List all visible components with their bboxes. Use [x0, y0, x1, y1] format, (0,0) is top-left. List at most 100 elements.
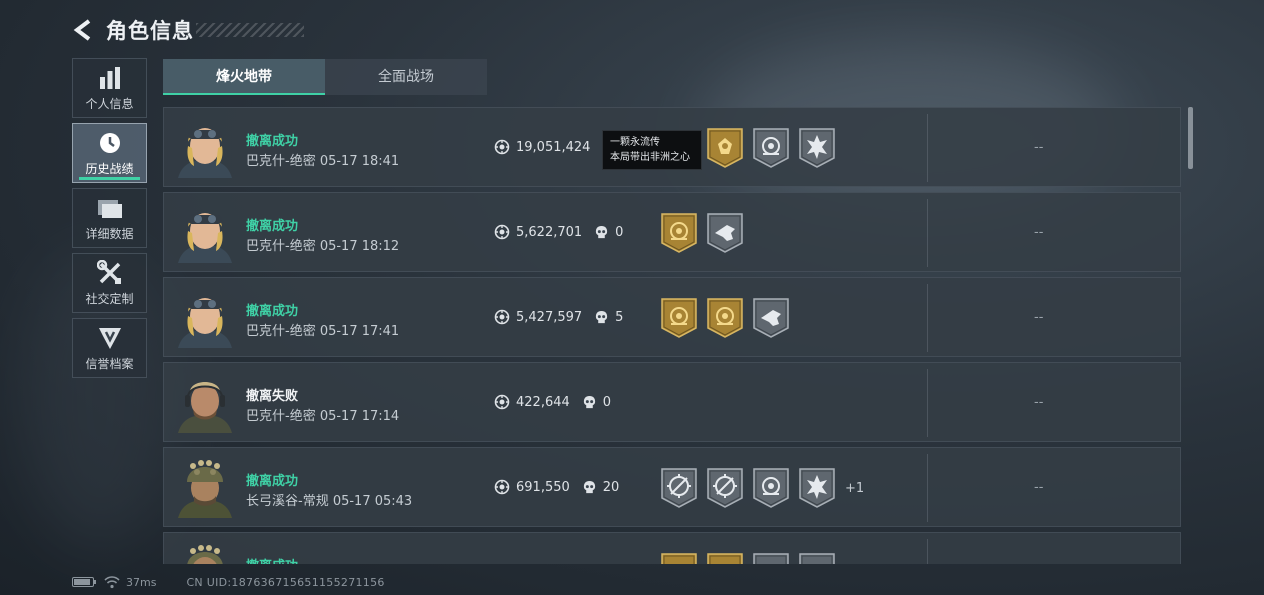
gold-heart-badge-icon[interactable]	[707, 128, 743, 168]
skull-icon	[582, 395, 597, 410]
gold-eye-badge-icon[interactable]	[661, 213, 697, 253]
loot-value-text: 422,644	[516, 394, 570, 410]
list-scrollbar[interactable]	[1188, 107, 1193, 169]
loot-value: 422,644 0	[494, 394, 611, 410]
silver-eye-badge-icon[interactable]	[799, 553, 835, 564]
coin-icon	[494, 394, 510, 410]
operator-avatar	[176, 373, 234, 433]
battery-icon	[72, 577, 96, 587]
tab-warzone[interactable]: 烽火地带	[163, 59, 325, 95]
sidebar-item-label: 信誉档案	[85, 356, 134, 371]
badge-group: +1	[661, 468, 864, 508]
more-badges-count[interactable]: +1	[845, 481, 864, 496]
list-item[interactable]: 撤离失败 巴克什-绝密 05-17 17:14 422,644 0 --	[163, 362, 1181, 442]
silver-crosshair-badge-icon[interactable]	[661, 468, 697, 508]
coin-icon	[494, 139, 510, 155]
sidebar-item-reputation[interactable]: 信誉档案	[72, 318, 147, 378]
extraction-status: 撤离成功	[246, 555, 298, 564]
skull-icon	[582, 480, 597, 495]
operator-avatar	[176, 118, 234, 178]
sidebar-item-label: 个人信息	[85, 96, 134, 111]
extraction-status: 撤离成功	[246, 134, 299, 149]
match-history-list[interactable]: 撤离成功 巴克什-绝密 05-17 18:41 19,051,424 一颗永流传…	[163, 107, 1183, 564]
silver-burst-badge-icon[interactable]	[799, 468, 835, 508]
gold-eye-badge-icon[interactable]	[661, 298, 697, 338]
sidebar-item-detail-data[interactable]: 详细数据	[72, 188, 147, 248]
silver-eye-badge-icon[interactable]	[753, 128, 789, 168]
loot-value-text: 691,550	[516, 479, 570, 495]
map-and-time: 巴克什-绝密 05-17 18:12	[246, 239, 400, 254]
map-and-time: 长弓溪谷-常规 05-17 05:43	[246, 494, 413, 509]
silver-burst-badge-icon[interactable]	[799, 128, 835, 168]
operator-avatar	[176, 288, 234, 348]
kill-count: 20	[602, 479, 620, 495]
sidebar-item-personal-info[interactable]: 个人信息	[72, 58, 147, 118]
loot-value-text: 5,427,597	[516, 309, 583, 325]
map-and-time: 巴克什-绝密 05-17 17:14	[246, 409, 400, 424]
list-item[interactable]: 撤离成功 巴克什-绝密 05-17 18:41 19,051,424 一颗永流传…	[163, 107, 1181, 187]
silver-crosshair-badge-icon[interactable]	[707, 468, 743, 508]
silver-gun-badge-icon[interactable]	[753, 298, 789, 338]
sidebar-item-label: 详细数据	[85, 226, 134, 241]
folder-icon	[96, 195, 124, 221]
uid-text: CN UID:187636715651155271156	[186, 575, 385, 589]
badge-group	[661, 213, 753, 253]
page-title: 角色信息	[106, 19, 194, 43]
operator-avatar	[176, 203, 234, 263]
extra-stat: --	[1034, 310, 1044, 325]
silver-eye-badge-icon[interactable]	[753, 553, 789, 564]
loot-value: 5,622,701 0	[494, 224, 623, 240]
gold-eye-badge-icon[interactable]	[707, 298, 743, 338]
kill-count: 0	[615, 224, 624, 240]
bar-chart-icon	[96, 65, 124, 91]
column-divider	[927, 284, 928, 352]
extra-stat: --	[1034, 395, 1044, 410]
title-decoration	[196, 23, 304, 37]
column-divider	[927, 199, 928, 267]
gold-eye-badge-icon[interactable]	[661, 553, 697, 564]
kill-count: 5	[615, 309, 624, 325]
loot-value: 691,550 20	[494, 479, 619, 495]
list-item[interactable]: 撤离成功 巴克什-绝密 05-17 17:41 5,427,597 5 --	[163, 277, 1181, 357]
list-item[interactable]: 撤离成功 巴克什-绝密 05-17 18:12 5,622,701 0 --	[163, 192, 1181, 272]
badge-tooltip: 一颗永流传 本局带出非洲之心	[602, 130, 702, 170]
coin-icon	[494, 224, 510, 240]
sidebar-item-label: 社交定制	[85, 291, 134, 306]
loot-value: 5,427,597 5	[494, 309, 623, 325]
loot-value-text: 5,622,701	[516, 224, 583, 240]
list-item[interactable]: 撤离成功	[163, 532, 1181, 564]
extraction-status: 撤离成功	[246, 474, 299, 489]
column-divider	[927, 539, 928, 564]
extra-stat: --	[1034, 225, 1044, 240]
column-divider	[927, 114, 928, 182]
wifi-icon	[104, 576, 120, 589]
tooltip-title: 一颗永流传	[610, 137, 660, 148]
column-divider	[927, 369, 928, 437]
coin-icon	[494, 309, 510, 325]
sidebar-item-label: 历史战绩	[85, 161, 134, 176]
column-divider	[927, 454, 928, 522]
list-item[interactable]: 撤离成功 长弓溪谷-常规 05-17 05:43 691,550 20 +1 -…	[163, 447, 1181, 527]
tab-full-battlefield[interactable]: 全面战场	[325, 59, 487, 95]
map-and-time: 巴克什-绝密 05-17 18:41	[246, 154, 400, 169]
sidebar: 个人信息 历史战绩 详细数据 社交定制 信誉档案	[72, 58, 147, 383]
gold-eye-badge-icon[interactable]	[707, 553, 743, 564]
coin-icon	[494, 479, 510, 495]
back-arrow-icon[interactable]	[72, 18, 96, 42]
silver-gun-badge-icon[interactable]	[707, 213, 743, 253]
clock-icon	[96, 130, 124, 156]
tooltip-desc: 本局带出非洲之心	[610, 152, 690, 163]
loot-value-text: 19,051,424	[516, 139, 591, 155]
sidebar-item-history[interactable]: 历史战绩	[72, 123, 147, 183]
extra-stat: --	[1034, 140, 1044, 155]
kill-count: 0	[602, 394, 612, 410]
status-footer: 37ms CN UID:187636715651155271156	[72, 574, 385, 590]
map-and-time: 巴克什-绝密 05-17 17:41	[246, 324, 400, 339]
sidebar-item-social[interactable]: 社交定制	[72, 253, 147, 313]
badge-group	[707, 128, 845, 168]
extraction-status: 撤离成功	[246, 304, 299, 319]
badge-group	[661, 298, 799, 338]
skull-icon	[594, 225, 609, 240]
operator-avatar	[176, 543, 234, 564]
silver-eye-badge-icon[interactable]	[753, 468, 789, 508]
